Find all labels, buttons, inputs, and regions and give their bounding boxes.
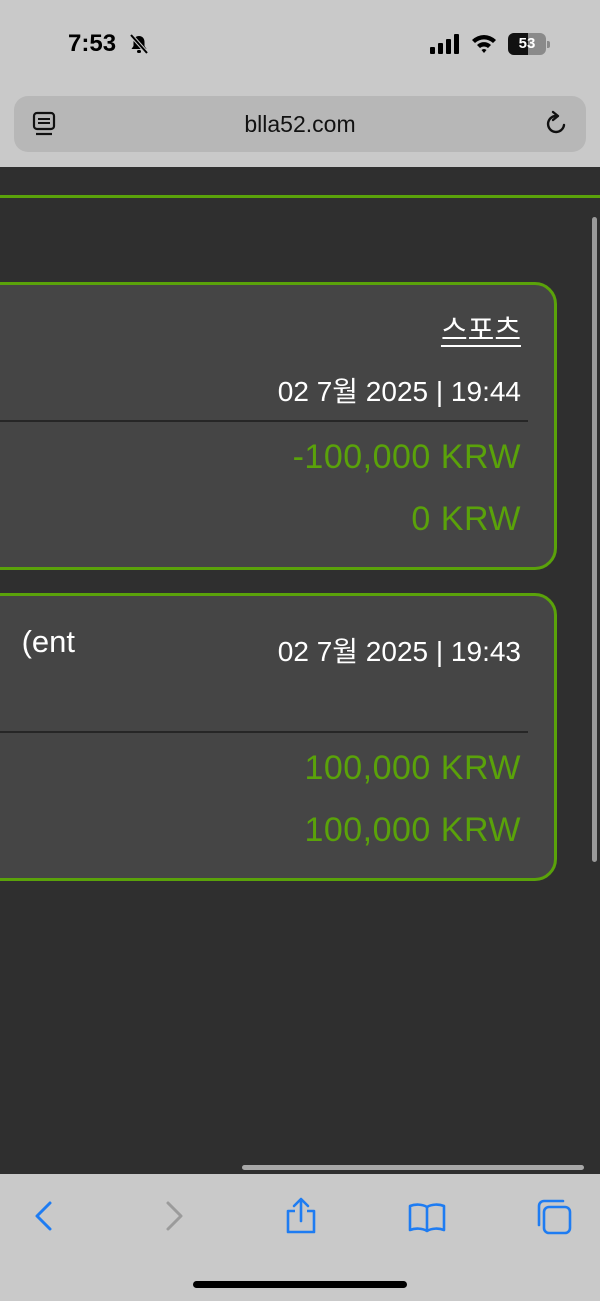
- balance-amount: 0 KRW: [411, 500, 521, 538]
- url-text[interactable]: blla52.com: [14, 96, 586, 152]
- forward-icon[interactable]: [155, 1197, 195, 1237]
- category-link[interactable]: 스포츠: [441, 307, 521, 349]
- bookmarks-icon[interactable]: [407, 1197, 447, 1237]
- browser-top-chrome: 7:53 53 blla52.com: [0, 0, 600, 167]
- horizontal-scrollbar[interactable]: [242, 1165, 584, 1170]
- bell-muted-icon: [128, 33, 150, 55]
- vertical-scrollbar[interactable]: [592, 217, 597, 862]
- browser-toolbar: [0, 1165, 600, 1301]
- status-bar: 7:53 53: [0, 0, 600, 90]
- card-divider: [0, 731, 528, 733]
- battery-body: 53: [508, 33, 546, 55]
- tabs-overview-icon[interactable]: [534, 1197, 574, 1237]
- transaction-amount: -100,000 KRW: [292, 438, 521, 476]
- web-page: 스포츠 02 7월 2025 | 19:44 -100,000 KRW 0 KR…: [0, 167, 600, 1174]
- transaction-date: 02 7월 2025 | 19:44: [277, 376, 521, 407]
- address-bar[interactable]: blla52.com: [14, 96, 586, 152]
- battery-icon: 53: [508, 33, 550, 55]
- share-icon[interactable]: [281, 1197, 321, 1237]
- battery-percent: 53: [518, 35, 536, 52]
- reload-icon[interactable]: [542, 110, 570, 138]
- home-indicator[interactable]: [193, 1281, 407, 1288]
- transaction-date: 02 7월 2025 | 19:43: [277, 636, 521, 667]
- transaction-card[interactable]: ent) 02 7월 2025 | 19:43 100,000 KRW 100,…: [0, 593, 557, 881]
- transaction-description: ent): [21, 624, 75, 659]
- cellular-signal-icon: [430, 34, 462, 54]
- battery-cap: [547, 41, 550, 48]
- back-icon[interactable]: [25, 1197, 65, 1237]
- transaction-amount: 100,000 KRW: [304, 749, 521, 787]
- card-divider: [0, 420, 528, 422]
- balance-amount: 100,000 KRW: [304, 811, 521, 849]
- status-time: 7:53: [68, 30, 117, 57]
- wifi-icon: [471, 33, 497, 55]
- header-accent-line: [0, 195, 600, 198]
- transaction-card[interactable]: 스포츠 02 7월 2025 | 19:44 -100,000 KRW 0 KR…: [0, 282, 557, 570]
